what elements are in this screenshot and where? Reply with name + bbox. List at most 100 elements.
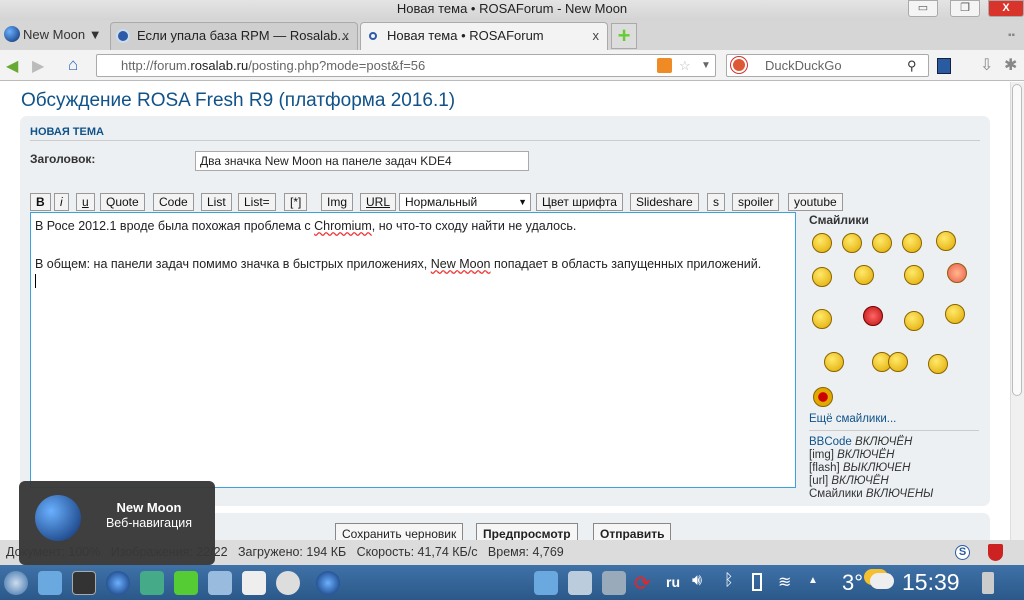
- terminal-icon[interactable]: [72, 571, 96, 595]
- smilies-heading: Смайлики: [809, 213, 869, 227]
- devil-smiley-icon[interactable]: [863, 306, 883, 326]
- font-color-button[interactable]: Цвет шрифта: [536, 193, 623, 211]
- smiley-icon[interactable]: [888, 352, 908, 372]
- smiley-icon[interactable]: [902, 233, 922, 253]
- smiley-icon[interactable]: [928, 354, 948, 374]
- close-tab-icon[interactable]: x: [343, 23, 350, 49]
- bluetooth-icon[interactable]: ᛒ: [724, 572, 734, 590]
- settings-icon[interactable]: [602, 571, 626, 595]
- tab-new-topic[interactable]: Новая тема • ROSAForum x: [360, 22, 608, 50]
- spoiler-button[interactable]: spoiler: [732, 193, 780, 211]
- volume-icon[interactable]: 🔊︎: [692, 572, 702, 590]
- bold-button[interactable]: B: [30, 193, 51, 211]
- home-icon[interactable]: ⌂: [68, 55, 78, 75]
- battery-icon[interactable]: [752, 573, 762, 591]
- trash-icon[interactable]: [982, 572, 994, 594]
- url-button[interactable]: URL: [360, 193, 397, 211]
- smiley-icon[interactable]: [824, 352, 844, 372]
- new-moon-task-icon[interactable]: [316, 571, 340, 595]
- img-button[interactable]: Img: [321, 193, 354, 211]
- addons-icon[interactable]: ✱: [1004, 55, 1017, 75]
- keyboard-layout[interactable]: ru: [666, 574, 680, 590]
- device-notifier-icon[interactable]: [534, 571, 558, 595]
- tab-label: Новая тема • ROSAForum: [387, 28, 544, 43]
- clock[interactable]: 15:39: [902, 569, 960, 596]
- smiley-icon[interactable]: [812, 233, 832, 253]
- tab-list-icon[interactable]: ▪▪: [1008, 30, 1015, 41]
- bbcode-link[interactable]: BBCode: [809, 436, 852, 448]
- smiley-icon[interactable]: [812, 267, 832, 287]
- list-item-button[interactable]: [*]: [284, 193, 308, 211]
- temperature[interactable]: 3°: [842, 570, 863, 596]
- adblock-icon[interactable]: [988, 544, 1003, 561]
- rss-icon[interactable]: [657, 58, 672, 73]
- more-smilies-link[interactable]: Ещё смайлики...: [809, 413, 896, 426]
- url-dropdown-icon[interactable]: ▼: [701, 55, 711, 76]
- image-viewer-icon[interactable]: [242, 571, 266, 595]
- wifi-icon[interactable]: ≋: [778, 572, 791, 592]
- subject-input[interactable]: Два значка New Moon на панеле задач KDE4: [195, 151, 529, 171]
- smiley-icon[interactable]: [947, 263, 967, 283]
- new-tab-button[interactable]: +: [611, 23, 637, 49]
- forward-icon[interactable]: ▶: [32, 56, 44, 76]
- slideshare-button[interactable]: Slideshare: [630, 193, 699, 211]
- smiley-icon[interactable]: [842, 233, 862, 253]
- smiley-icon[interactable]: [854, 265, 874, 285]
- underline-button[interactable]: u: [76, 193, 95, 211]
- list-ordered-button[interactable]: List=: [238, 193, 276, 211]
- downloads-icon[interactable]: ⇩: [980, 55, 993, 75]
- forum-title[interactable]: Обсуждение ROSA Fresh R9 (платформа 2016…: [21, 90, 455, 112]
- qt-creator-icon[interactable]: [174, 571, 198, 595]
- notification-popup[interactable]: New Moon Веб-навигация: [19, 481, 215, 565]
- tray-expand-icon[interactable]: ▲: [808, 575, 818, 586]
- app-icon[interactable]: [276, 571, 300, 595]
- search-input[interactable]: DuckDuckGo ⚲: [726, 54, 929, 77]
- chevron-down-icon: ▼: [518, 197, 527, 207]
- font-size-select[interactable]: Нормальный ▼: [399, 193, 531, 211]
- youtube-button[interactable]: youtube: [788, 193, 843, 211]
- url-input[interactable]: http://forum.rosalab.ru/posting.php?mode…: [96, 54, 716, 77]
- quote-button[interactable]: Quote: [100, 193, 145, 211]
- message-textarea[interactable]: В Росе 2012.1 вроде была похожая проблем…: [30, 212, 796, 488]
- smiley-icon[interactable]: [812, 309, 832, 329]
- weather-icon[interactable]: [870, 573, 894, 589]
- search-icon[interactable]: ⚲: [907, 55, 917, 76]
- list-button[interactable]: List: [201, 193, 232, 211]
- code-button[interactable]: Code: [153, 193, 194, 211]
- minimize-button[interactable]: ▭: [908, 0, 938, 17]
- app-menu-button[interactable]: New Moon ▼: [23, 27, 102, 42]
- new-moon-logo-icon: [35, 495, 81, 541]
- smiley-icon[interactable]: [936, 231, 956, 251]
- italic-button[interactable]: i: [54, 193, 69, 211]
- smiley-icon[interactable]: [904, 311, 924, 331]
- file-manager-icon[interactable]: [38, 571, 62, 595]
- preview-button[interactable]: Предпросмотр: [476, 523, 578, 540]
- new-moon-logo-icon: [4, 26, 20, 42]
- update-icon[interactable]: ⟳: [634, 571, 651, 596]
- smiley-icon[interactable]: [945, 304, 965, 324]
- new-moon-icon[interactable]: [106, 571, 130, 595]
- save-draft-button[interactable]: Сохранить черновик: [335, 523, 464, 540]
- scrollbar-thumb[interactable]: [1012, 84, 1022, 396]
- smiley-icon[interactable]: [872, 233, 892, 253]
- close-window-button[interactable]: X: [988, 0, 1024, 17]
- tab-rpm[interactable]: Если упала база RPM — Rosalab... x: [110, 22, 358, 50]
- skype-icon[interactable]: S: [955, 545, 970, 560]
- taskbar: ⟳ ru 🔊︎ ᛒ ≋ ▲ 3° 15:39: [0, 565, 1024, 600]
- maximize-button[interactable]: ❐: [950, 0, 980, 17]
- back-icon[interactable]: ◀: [6, 56, 18, 76]
- text-cursor: [35, 274, 36, 288]
- smiley-icon[interactable]: [904, 265, 924, 285]
- network-icon[interactable]: [208, 571, 232, 595]
- submit-button[interactable]: Отправить: [593, 523, 672, 540]
- close-tab-icon[interactable]: x: [593, 23, 600, 49]
- duckduckgo-icon[interactable]: [731, 57, 747, 73]
- bookmark-star-icon[interactable]: ☆: [679, 55, 691, 76]
- office-icon[interactable]: [140, 571, 164, 595]
- smiley-icon[interactable]: [813, 387, 833, 407]
- bookmarks-icon[interactable]: [937, 58, 951, 74]
- strike-button[interactable]: s: [707, 193, 725, 211]
- navigation-bar: ◀ ▶ ⌂ http://forum.rosalab.ru/posting.ph…: [0, 50, 1024, 81]
- launcher-icon[interactable]: [4, 571, 28, 595]
- desktop-icon[interactable]: [568, 571, 592, 595]
